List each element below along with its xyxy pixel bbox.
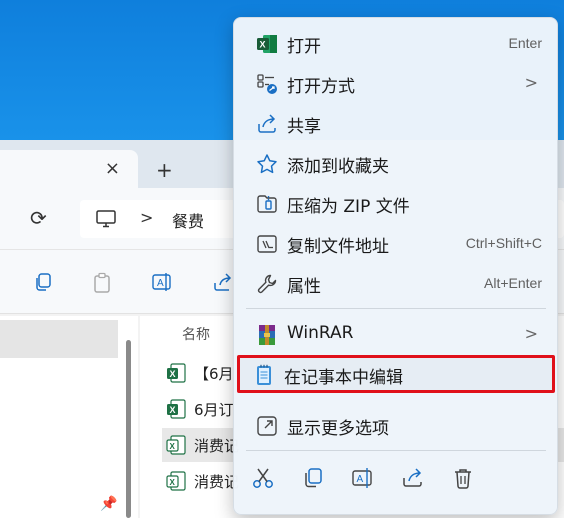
rename-icon[interactable]: A xyxy=(152,272,174,292)
svg-text:A: A xyxy=(157,278,164,289)
menu-item-label: 添加到收藏夹 xyxy=(287,157,389,177)
excel-icon: X xyxy=(257,35,277,53)
share-icon xyxy=(258,114,276,133)
refresh-button[interactable]: ⟳ xyxy=(30,206,47,230)
menu-item-copy-path[interactable]: 复制文件地址 Ctrl+Shift+C xyxy=(240,224,552,262)
winrar-icon xyxy=(259,325,275,345)
menu-item-label: 在记事本中编辑 xyxy=(284,368,403,388)
breadcrumb-chevron[interactable]: > xyxy=(140,208,153,227)
menu-item-label: 打开方式 xyxy=(287,77,355,97)
submenu-arrow-icon: > xyxy=(524,324,538,343)
star-icon xyxy=(257,154,277,174)
svg-text:X: X xyxy=(170,405,176,415)
tab-close-button[interactable]: × xyxy=(105,158,120,179)
excel-file-icon: X xyxy=(167,399,186,419)
wrench-icon xyxy=(257,274,277,294)
pin-icon: 📌 xyxy=(100,496,118,512)
navigation-pane: 📌 xyxy=(0,316,138,518)
menu-item-label: 属性 xyxy=(287,277,321,297)
menu-item-winrar[interactable]: WinRAR > xyxy=(240,315,552,353)
menu-item-properties[interactable]: 属性 Alt+Enter xyxy=(240,264,552,302)
delete-icon[interactable] xyxy=(451,466,475,490)
svg-text:A: A xyxy=(357,474,364,485)
column-header-name[interactable]: 名称 xyxy=(182,324,210,344)
breadcrumb-folder[interactable]: 餐费 xyxy=(172,208,204,232)
menu-item-label: 复制文件地址 xyxy=(287,237,389,257)
menu-item-label: 共享 xyxy=(287,117,321,137)
copy-icon[interactable] xyxy=(33,272,53,292)
more-options-icon xyxy=(257,416,277,436)
svg-text:X: X xyxy=(170,442,176,451)
notepad-icon xyxy=(257,364,271,385)
computer-icon xyxy=(96,210,116,228)
menu-item-label: 打开 xyxy=(287,37,321,57)
file-name: 6月订 xyxy=(194,401,234,419)
csv-file-icon: X xyxy=(166,471,186,491)
menu-item-shortcut: Alt+Enter xyxy=(484,275,542,291)
submenu-arrow-icon: > xyxy=(524,73,538,92)
context-menu: X 打开 Enter 打开方式 > 共享 添加到收藏夹 压缩为 ZIP 文件 复… xyxy=(233,17,558,515)
menu-item-label: 显示更多选项 xyxy=(287,419,389,439)
open-with-icon xyxy=(257,74,277,94)
menu-item-open[interactable]: X 打开 Enter xyxy=(240,24,552,62)
svg-text:X: X xyxy=(170,369,176,379)
menu-item-show-more-options[interactable]: 显示更多选项 xyxy=(240,406,552,444)
excel-file-icon: X xyxy=(167,363,186,383)
copy-path-icon xyxy=(257,235,277,253)
menu-item-add-to-favorites[interactable]: 添加到收藏夹 xyxy=(240,144,552,182)
rename-icon[interactable]: A xyxy=(351,466,375,490)
menu-separator xyxy=(246,308,546,309)
share-icon[interactable] xyxy=(401,466,425,490)
zip-icon xyxy=(257,195,277,213)
svg-text:X: X xyxy=(170,478,176,487)
csv-file-icon: X xyxy=(166,435,186,455)
menu-separator xyxy=(246,450,546,451)
svg-text:X: X xyxy=(260,40,266,50)
menu-item-label: 压缩为 ZIP 文件 xyxy=(287,197,410,217)
menu-item-label: WinRAR xyxy=(287,323,354,343)
copy-icon[interactable] xyxy=(301,466,325,490)
nav-selected-item[interactable] xyxy=(0,320,118,358)
cut-icon[interactable] xyxy=(251,466,275,490)
menu-item-edit-in-notepad[interactable]: 在记事本中编辑 xyxy=(237,355,555,393)
share-icon[interactable] xyxy=(212,272,234,292)
paste-icon[interactable] xyxy=(93,272,113,294)
menu-item-shortcut: Ctrl+Shift+C xyxy=(465,235,542,251)
new-tab-button[interactable]: + xyxy=(156,158,173,182)
explorer-tab[interactable]: × xyxy=(0,150,138,188)
menu-item-compress-zip[interactable]: 压缩为 ZIP 文件 xyxy=(240,184,552,222)
menu-item-open-with[interactable]: 打开方式 > xyxy=(240,64,552,102)
menu-item-shortcut: Enter xyxy=(508,35,542,51)
file-name: 【6月 xyxy=(194,365,234,383)
menu-item-share[interactable]: 共享 xyxy=(240,104,552,142)
nav-scrollbar[interactable] xyxy=(126,340,131,518)
